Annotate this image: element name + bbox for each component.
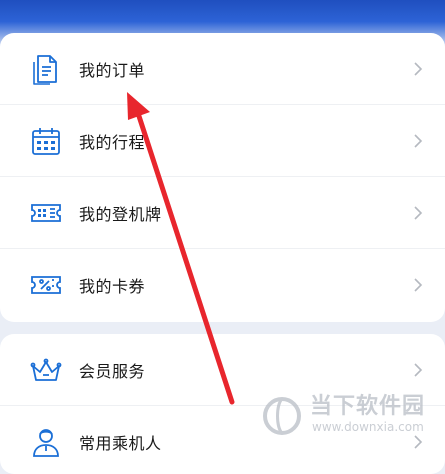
menu-card-secondary: 会员服务 常用乘机人 xyxy=(0,334,445,474)
chevron-right-icon xyxy=(413,205,423,221)
menu-item-my-orders[interactable]: 我的订单 xyxy=(0,33,445,105)
passenger-person-icon xyxy=(29,425,63,459)
chevron-right-icon xyxy=(413,61,423,77)
menu-item-label: 我的行程 xyxy=(79,132,146,152)
menu-item-my-boarding-pass[interactable]: 我的登机牌 xyxy=(0,177,445,249)
menu-item-my-trips[interactable]: 我的行程 xyxy=(0,105,445,177)
calendar-icon xyxy=(29,124,63,158)
crown-icon xyxy=(29,353,63,387)
chevron-right-icon xyxy=(413,277,423,293)
menu-card-primary: 我的订单 我的行程 我的登机牌 我的卡券 xyxy=(0,33,445,322)
menu-item-label: 我的订单 xyxy=(79,60,146,80)
coupon-ticket-icon xyxy=(29,268,63,302)
chevron-right-icon xyxy=(413,362,423,378)
menu-item-my-coupons[interactable]: 我的卡券 xyxy=(0,249,445,321)
chevron-right-icon xyxy=(413,133,423,149)
menu-item-frequent-passengers[interactable]: 常用乘机人 xyxy=(0,406,445,474)
order-document-icon xyxy=(29,52,63,86)
menu-item-label: 我的登机牌 xyxy=(79,204,162,224)
boarding-pass-icon xyxy=(29,196,63,230)
menu-item-member-services[interactable]: 会员服务 xyxy=(0,334,445,406)
menu-item-label: 我的卡券 xyxy=(79,277,146,296)
chevron-right-icon xyxy=(413,434,423,450)
menu-item-label: 常用乘机人 xyxy=(79,434,162,453)
menu-item-label: 会员服务 xyxy=(79,361,146,381)
